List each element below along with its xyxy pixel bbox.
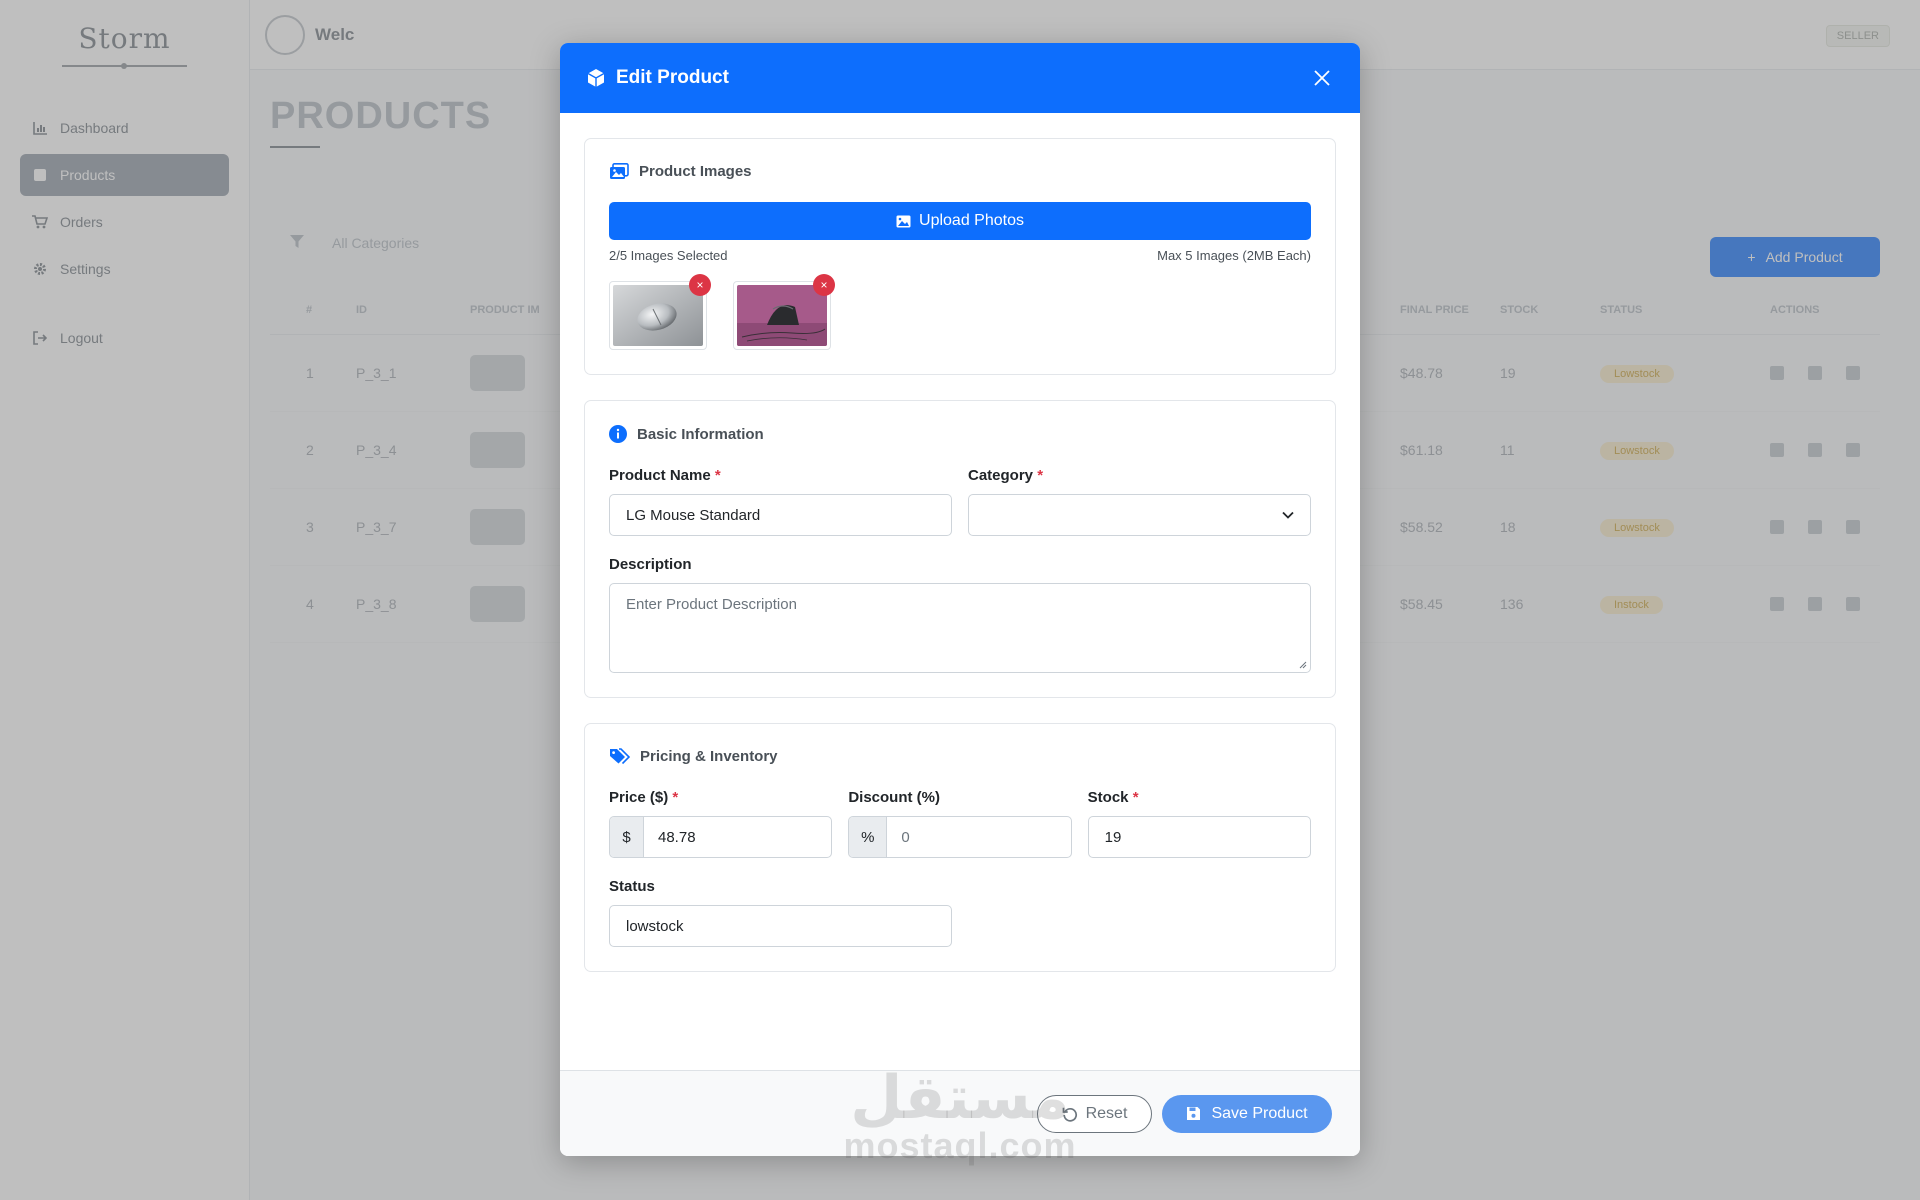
image-thumbnail[interactable]: ×	[609, 274, 711, 350]
description-textarea[interactable]: Enter Product Description	[609, 583, 1311, 673]
image-thumbnail[interactable]: ×	[733, 274, 835, 350]
edit-product-modal: Edit Product Product Images Upload Photo…	[560, 43, 1360, 1156]
reset-label: Reset	[1085, 1104, 1128, 1122]
category-field: Category *	[968, 467, 1311, 536]
price-label: Price ($) *	[609, 789, 679, 806]
description-placeholder: Enter Product Description	[626, 596, 797, 613]
save-product-button[interactable]: Save Product	[1162, 1094, 1332, 1133]
section-title-text: Product Images	[639, 163, 752, 180]
product-name-field: Product Name * LG Mouse Standard	[609, 467, 952, 536]
stock-input[interactable]: 19	[1087, 816, 1311, 858]
category-label: Category *	[968, 467, 1044, 484]
undo-icon	[1062, 1106, 1078, 1122]
image-count-row: 2/5 Images Selected Max 5 Images (2MB Ea…	[609, 248, 1311, 263]
section-title: Basic Information	[609, 425, 1311, 443]
product-name-label: Product Name *	[609, 467, 721, 484]
images-limit-note: Max 5 Images (2MB Each)	[1157, 248, 1311, 263]
save-product-label: Save Product	[1211, 1104, 1308, 1122]
required-mark: *	[672, 789, 679, 806]
section-title: Product Images	[609, 163, 1311, 180]
status-field: Status lowstock	[609, 878, 952, 947]
mouse-photo	[737, 285, 827, 346]
remove-image-button[interactable]: ×	[813, 274, 835, 296]
status-input[interactable]: lowstock	[609, 905, 952, 947]
price-input[interactable]: 48.78	[644, 817, 831, 857]
upload-photos-label: Upload Photos	[919, 212, 1024, 229]
status-row: Status lowstock	[609, 878, 1311, 947]
close-icon	[1314, 70, 1330, 86]
percent-addon: %	[849, 817, 888, 857]
modal-title: Edit Product	[616, 67, 729, 88]
required-mark: *	[1132, 789, 1139, 806]
description-field: Description Enter Product Description	[609, 556, 1311, 673]
price-input-group: $ 48.78	[609, 816, 833, 858]
reset-button[interactable]: Reset	[1037, 1094, 1152, 1133]
modal-header: Edit Product	[560, 43, 1360, 113]
pricing-inventory-section: Pricing & Inventory Price ($) * $ 48.78 …	[584, 723, 1336, 972]
stock-field: Stock * 19	[1087, 789, 1311, 858]
chevron-down-icon	[1282, 511, 1294, 519]
discount-label: Discount (%)	[848, 789, 940, 806]
info-icon	[609, 425, 627, 443]
discount-field: Discount (%) % 0	[848, 789, 1072, 858]
image-thumbnails: × ×	[609, 274, 1311, 350]
modal-footer: Reset Save Product	[560, 1070, 1360, 1156]
name-category-row: Product Name * LG Mouse Standard Categor…	[609, 467, 1311, 536]
required-mark: *	[714, 467, 721, 484]
tags-icon	[609, 748, 630, 765]
stock-label: Stock *	[1087, 789, 1139, 806]
product-images-section: Product Images Upload Photos 2/5 Images …	[584, 138, 1336, 375]
description-label: Description	[609, 556, 692, 573]
cube-icon	[586, 68, 606, 88]
close-button[interactable]	[1310, 66, 1334, 90]
section-title-text: Pricing & Inventory	[640, 748, 778, 765]
currency-addon: $	[610, 817, 644, 857]
modal-body: Product Images Upload Photos 2/5 Images …	[560, 113, 1360, 972]
remove-image-button[interactable]: ×	[689, 274, 711, 296]
status-label: Status	[609, 878, 655, 895]
price-field: Price ($) * $ 48.78	[609, 789, 833, 858]
floppy-disk-icon	[1186, 1106, 1201, 1121]
basic-information-section: Basic Information Product Name * LG Mous…	[584, 400, 1336, 698]
section-title-text: Basic Information	[637, 425, 764, 443]
resize-handle-icon	[1299, 661, 1307, 669]
images-selected-count: 2/5 Images Selected	[609, 248, 728, 263]
upload-photos-button[interactable]: Upload Photos	[609, 202, 1311, 240]
section-title: Pricing & Inventory	[609, 748, 1311, 765]
images-icon	[609, 163, 629, 180]
image-icon	[896, 215, 911, 228]
required-mark: *	[1037, 467, 1044, 484]
discount-input[interactable]: 0	[887, 817, 1070, 857]
category-select[interactable]	[968, 494, 1311, 536]
mouse-photo	[613, 285, 703, 346]
discount-input-group: % 0	[848, 816, 1072, 858]
product-name-input[interactable]: LG Mouse Standard	[609, 494, 952, 536]
price-discount-stock-row: Price ($) * $ 48.78 Discount (%) % 0 Sto…	[609, 789, 1311, 858]
